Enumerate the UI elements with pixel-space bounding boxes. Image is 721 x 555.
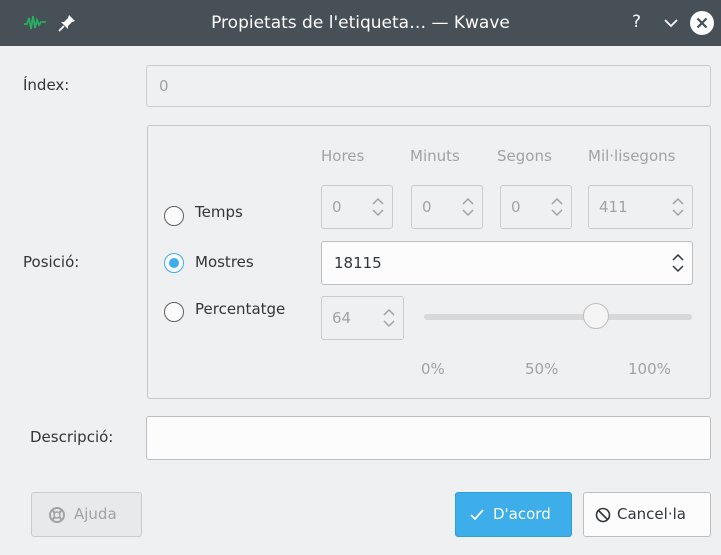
ok-button[interactable]: D'acord	[455, 492, 572, 537]
time-radio[interactable]	[164, 206, 184, 226]
spin-arrows-icon[interactable]	[671, 196, 685, 218]
cancel-button[interactable]: Cancel·la	[583, 492, 711, 537]
percentage-radio[interactable]	[164, 302, 184, 322]
help-button[interactable]: Ajuda	[31, 492, 142, 537]
help-lifebuoy-icon	[49, 507, 65, 523]
index-label: Índex:	[23, 76, 70, 94]
close-button[interactable]	[690, 11, 714, 35]
milliseconds-header: Mil·lisegons	[588, 147, 676, 165]
milliseconds-spinbox[interactable]: 411	[588, 185, 693, 229]
hours-spinbox[interactable]: 0	[321, 185, 393, 229]
cancel-button-label: Cancel·la	[617, 505, 686, 523]
hours-value: 0	[332, 198, 342, 216]
slider-tick-50: 50%	[525, 360, 559, 378]
help-button[interactable]: ?	[632, 12, 641, 32]
samples-spinbox[interactable]: 18115	[321, 241, 693, 285]
minutes-value: 0	[422, 198, 432, 216]
percentage-slider[interactable]	[424, 314, 692, 320]
spin-arrows-icon[interactable]	[371, 196, 385, 218]
check-icon	[470, 509, 484, 521]
minutes-header: Minuts	[410, 147, 460, 165]
description-input[interactable]	[146, 416, 711, 460]
percentage-slider-handle[interactable]	[582, 303, 609, 329]
percentage-spinbox[interactable]: 64	[321, 296, 404, 340]
spin-arrows-icon[interactable]	[461, 196, 475, 218]
spin-arrows-icon[interactable]	[671, 252, 685, 274]
milliseconds-value: 411	[599, 198, 628, 216]
hours-header: Hores	[321, 147, 365, 165]
description-label: Descripció:	[30, 428, 114, 446]
spin-arrows-icon[interactable]	[550, 196, 564, 218]
index-value: 0	[159, 77, 169, 95]
cancel-icon	[595, 507, 611, 523]
time-radio-label[interactable]: Temps	[195, 203, 243, 221]
percentage-value: 64	[332, 309, 352, 327]
window-title: Propietats de l'etiqueta… — Kwave	[211, 13, 510, 33]
title-bar: Propietats de l'etiqueta… — Kwave ?	[0, 0, 721, 46]
seconds-spinbox[interactable]: 0	[500, 185, 572, 229]
position-label: Posició:	[23, 253, 80, 271]
seconds-value: 0	[511, 198, 521, 216]
help-button-label: Ajuda	[74, 505, 117, 523]
minutes-spinbox[interactable]: 0	[411, 185, 483, 229]
samples-radio[interactable]	[164, 253, 184, 273]
ok-button-label: D'acord	[493, 505, 551, 523]
close-icon	[696, 17, 708, 29]
minimize-icon[interactable]	[663, 15, 679, 31]
percentage-radio-label[interactable]: Percentatge	[195, 300, 285, 318]
slider-tick-0: 0%	[421, 360, 445, 378]
index-field[interactable]: 0	[146, 65, 711, 107]
samples-radio-label[interactable]: Mostres	[195, 253, 254, 271]
seconds-header: Segons	[497, 147, 552, 165]
slider-tick-100: 100%	[628, 360, 671, 378]
spin-arrows-icon[interactable]	[382, 307, 396, 329]
samples-value: 18115	[334, 254, 382, 272]
